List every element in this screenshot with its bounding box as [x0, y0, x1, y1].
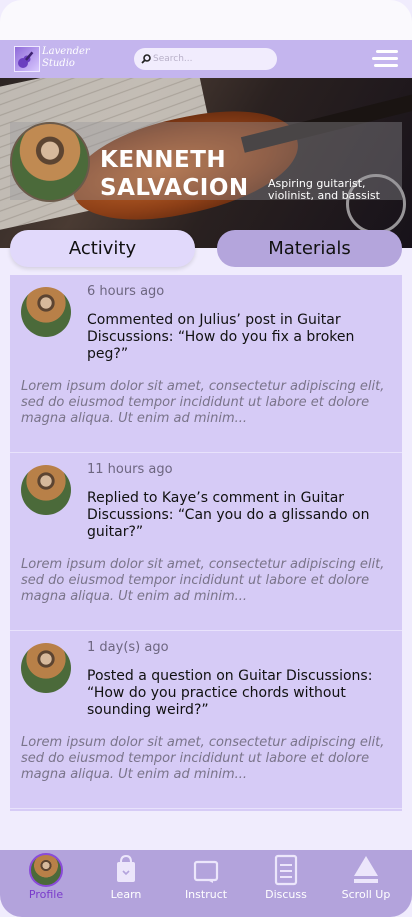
nav-profile[interactable]: Profile [6, 850, 86, 910]
tab-activity[interactable]: Activity [10, 230, 195, 267]
post-excerpt: Lorem ipsum dolor sit amet, consectetur … [21, 735, 385, 782]
guitar-logo-icon [14, 46, 40, 72]
search-bar[interactable] [134, 48, 277, 70]
profile-avatar[interactable] [10, 122, 90, 202]
menu-line-icon [376, 50, 398, 53]
status-bar [0, 0, 412, 40]
post-avatar [21, 465, 71, 515]
post-time: 1 day(s) ago [87, 640, 169, 655]
nav-discuss[interactable]: Discuss [246, 850, 326, 910]
menu-line-icon [372, 57, 398, 60]
activity-feed: 6 hours ago Commented on Julius’ post in… [10, 275, 402, 811]
post-time: 11 hours ago [87, 462, 173, 477]
activity-post[interactable]: 1 day(s) ago Posted a question on Guitar… [10, 631, 402, 809]
document-icon [274, 854, 298, 886]
logo-text: Lavender Studio [42, 46, 90, 69]
search-icon [141, 54, 151, 64]
activity-post[interactable]: 11 hours ago Replied to Kaye’s comment i… [10, 453, 402, 631]
post-summary: Commented on Julius’ post in Guitar Disc… [87, 312, 355, 362]
post-summary: Replied to Kaye’s comment in Guitar Disc… [87, 490, 370, 540]
profile-avatar-icon [29, 853, 63, 887]
nav-label: Instruct [184, 888, 228, 901]
chat-box-icon [193, 860, 219, 883]
profile-tagline: Aspiring guitarist, violinist, and bassi… [268, 177, 380, 202]
profile-name: KENNETH SALVACION [100, 147, 249, 201]
profile-cover-image: KENNETH SALVACION Aspiring guitarist, vi… [0, 78, 412, 248]
nav-label: Discuss [265, 888, 307, 901]
search-input[interactable] [153, 51, 271, 67]
nav-label: Scroll Up [341, 888, 391, 901]
nav-scroll-up[interactable]: Scroll Up [326, 850, 406, 910]
eject-up-icon [354, 856, 378, 883]
nav-instruct[interactable]: Instruct [166, 850, 246, 910]
top-bar: Lavender Studio [0, 40, 412, 78]
post-excerpt: Lorem ipsum dolor sit amet, consectetur … [21, 379, 385, 426]
menu-button[interactable] [372, 49, 398, 69]
post-avatar [21, 287, 71, 337]
post-excerpt: Lorem ipsum dolor sit amet, consectetur … [21, 557, 385, 604]
shopping-bag-icon [117, 854, 135, 882]
nav-label: Profile [28, 888, 64, 901]
tab-materials[interactable]: Materials [217, 230, 402, 267]
nav-label: Learn [110, 888, 142, 901]
menu-line-icon [374, 64, 398, 67]
post-time: 6 hours ago [87, 284, 165, 299]
app-logo[interactable]: Lavender Studio [14, 45, 94, 73]
activity-post[interactable]: 6 hours ago Commented on Julius’ post in… [10, 275, 402, 453]
post-avatar [21, 643, 71, 693]
post-summary: Posted a question on Guitar Discussions:… [87, 668, 373, 718]
nav-learn[interactable]: Learn [86, 850, 166, 910]
bottom-nav: Profile Learn Instruct Discuss Scroll Up [0, 850, 412, 917]
